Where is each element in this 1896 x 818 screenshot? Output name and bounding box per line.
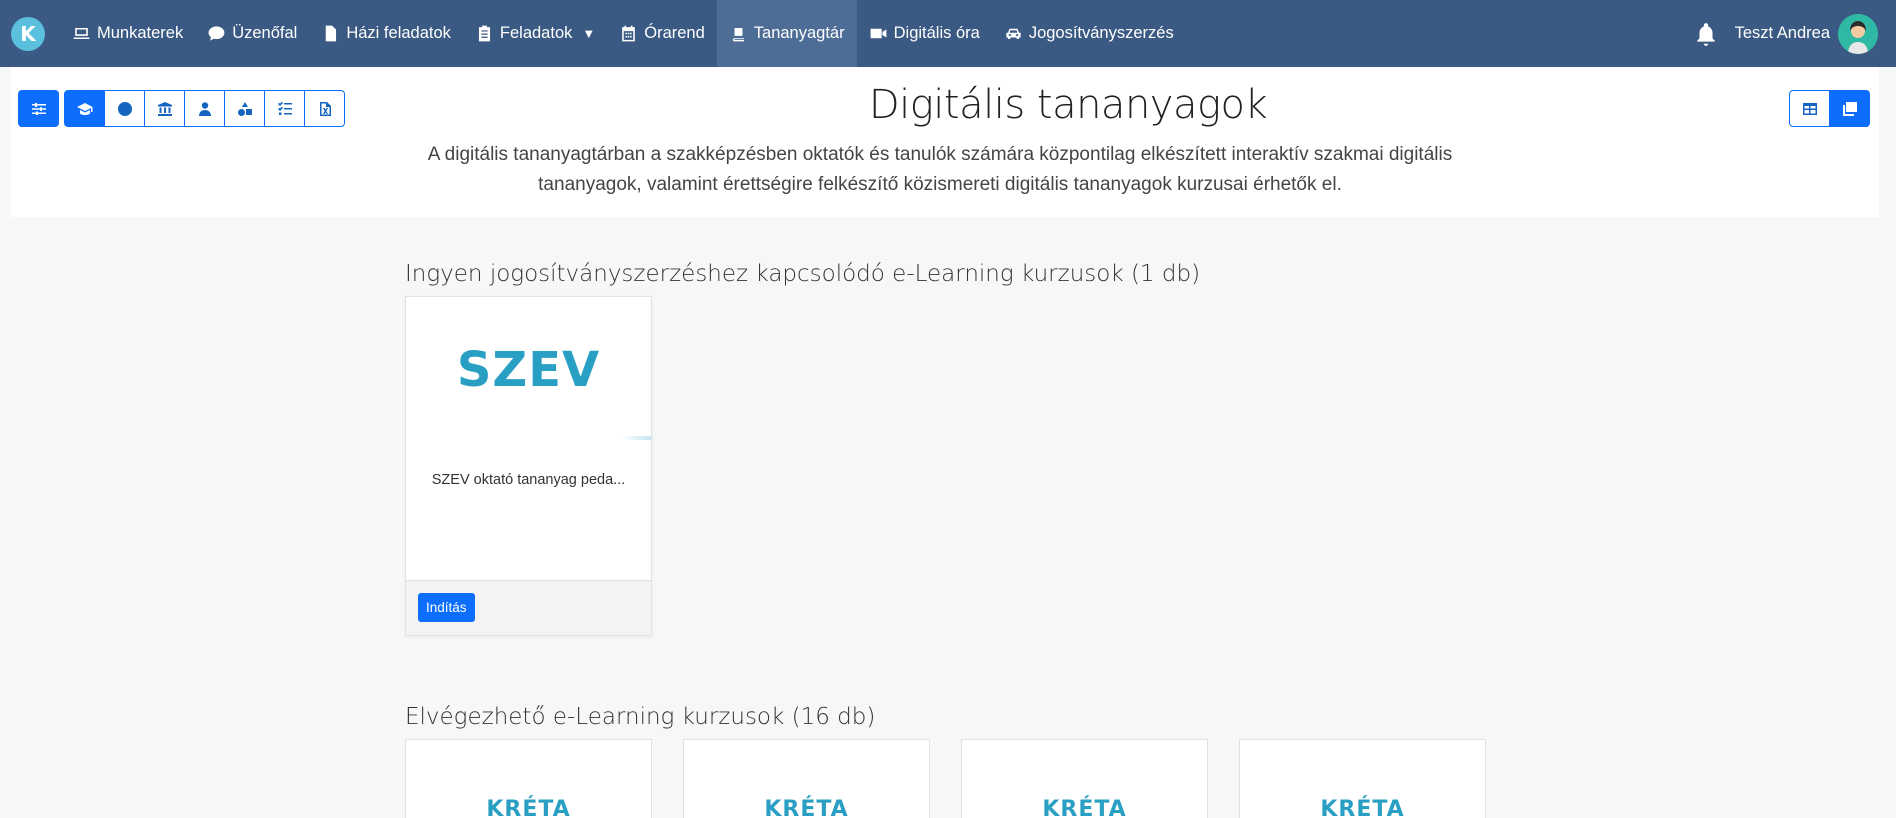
bell-icon[interactable] xyxy=(1693,20,1719,48)
start-course-button[interactable]: Indítás xyxy=(418,593,475,622)
course-thumbnail[interactable]: SZEV xyxy=(406,297,651,452)
avatar[interactable] xyxy=(1838,13,1878,54)
nav-item-jogositvanyszerzes[interactable]: Jogosítványszerzés xyxy=(992,0,1186,67)
nav-item-label: Digitális óra xyxy=(893,24,980,42)
document-icon xyxy=(326,25,337,42)
nav-item-label: Munkaterek xyxy=(97,24,184,42)
user-avatar-icon xyxy=(1838,13,1878,54)
kreta-logo: KRÉTA xyxy=(764,797,849,818)
course-title: SZEV oktató tananyag peda... xyxy=(431,472,626,488)
car-icon xyxy=(1006,28,1021,40)
nav-item-tananyagtar[interactable]: Tananyagtár xyxy=(716,0,857,67)
page-description: A digitális tananyagtárban a szakképzésb… xyxy=(427,144,1453,195)
book-icon xyxy=(732,26,744,42)
course-card[interactable]: KRÉTA xyxy=(961,739,1208,818)
nav-item-hazi-feladatok[interactable]: Házi feladatok xyxy=(309,0,463,67)
course-card: SZEV SZEV oktató tananyag peda... Indítá… xyxy=(405,296,652,636)
kreta-logo: KRÉTA xyxy=(1320,797,1405,818)
clipboard-icon xyxy=(478,25,490,42)
szev-logo: SZEV xyxy=(456,341,601,398)
nav-item-label: Jogosítványszerzés xyxy=(1028,24,1174,42)
main-menu: Munkaterek Üzenőfal Házi feladatok Felad… xyxy=(60,0,1186,67)
video-icon xyxy=(870,28,887,39)
kreta-logo-icon[interactable]: K xyxy=(11,17,45,51)
decorative-stripe xyxy=(621,436,651,440)
nav-item-label: Üzenőfal xyxy=(232,24,298,42)
nav-item-label: Órarend xyxy=(644,24,705,42)
logo-letter: K xyxy=(20,22,36,46)
course-card[interactable]: KRÉTA xyxy=(683,739,930,818)
page-title: Digitális tananyagok xyxy=(868,82,1268,128)
nav-item-label: Tananyagtár xyxy=(753,24,845,42)
course-card[interactable]: KRÉTA xyxy=(1239,739,1486,818)
section-title-driving-license: Ingyen jogosítványszerzéshez kapcsolódó … xyxy=(405,261,1201,287)
nav-item-digitalis-ora[interactable]: Digitális óra xyxy=(857,0,992,67)
nav-item-label: Házi feladatok xyxy=(346,24,451,42)
nav-item-uzenofal[interactable]: Üzenőfal xyxy=(195,0,309,67)
nav-item-munkaterek[interactable]: Munkaterek xyxy=(60,0,195,67)
kreta-logo: KRÉTA xyxy=(1042,797,1127,818)
top-navbar: K Munkaterek Üzenőfal Házi feladatok Fel… xyxy=(0,0,1896,67)
chevron-down-icon: ▼ xyxy=(582,26,596,41)
nav-item-label: Feladatok xyxy=(499,24,573,42)
calendar-icon xyxy=(622,25,636,42)
user-name[interactable]: Teszt Andrea xyxy=(1735,24,1830,43)
nav-item-orarend[interactable]: Órarend xyxy=(607,0,717,67)
course-card-footer: Indítás xyxy=(406,580,651,635)
user-area: Teszt Andrea xyxy=(1693,0,1878,67)
course-card[interactable]: KRÉTA xyxy=(405,739,652,818)
nav-item-feladatok[interactable]: Feladatok ▼ xyxy=(463,0,607,67)
kreta-logo: KRÉTA xyxy=(486,797,571,818)
laptop-icon xyxy=(73,27,90,40)
chat-icon xyxy=(208,26,225,41)
section-title-elearning: Elvégezhető e-Learning kurzusok (16 db) xyxy=(405,704,876,730)
